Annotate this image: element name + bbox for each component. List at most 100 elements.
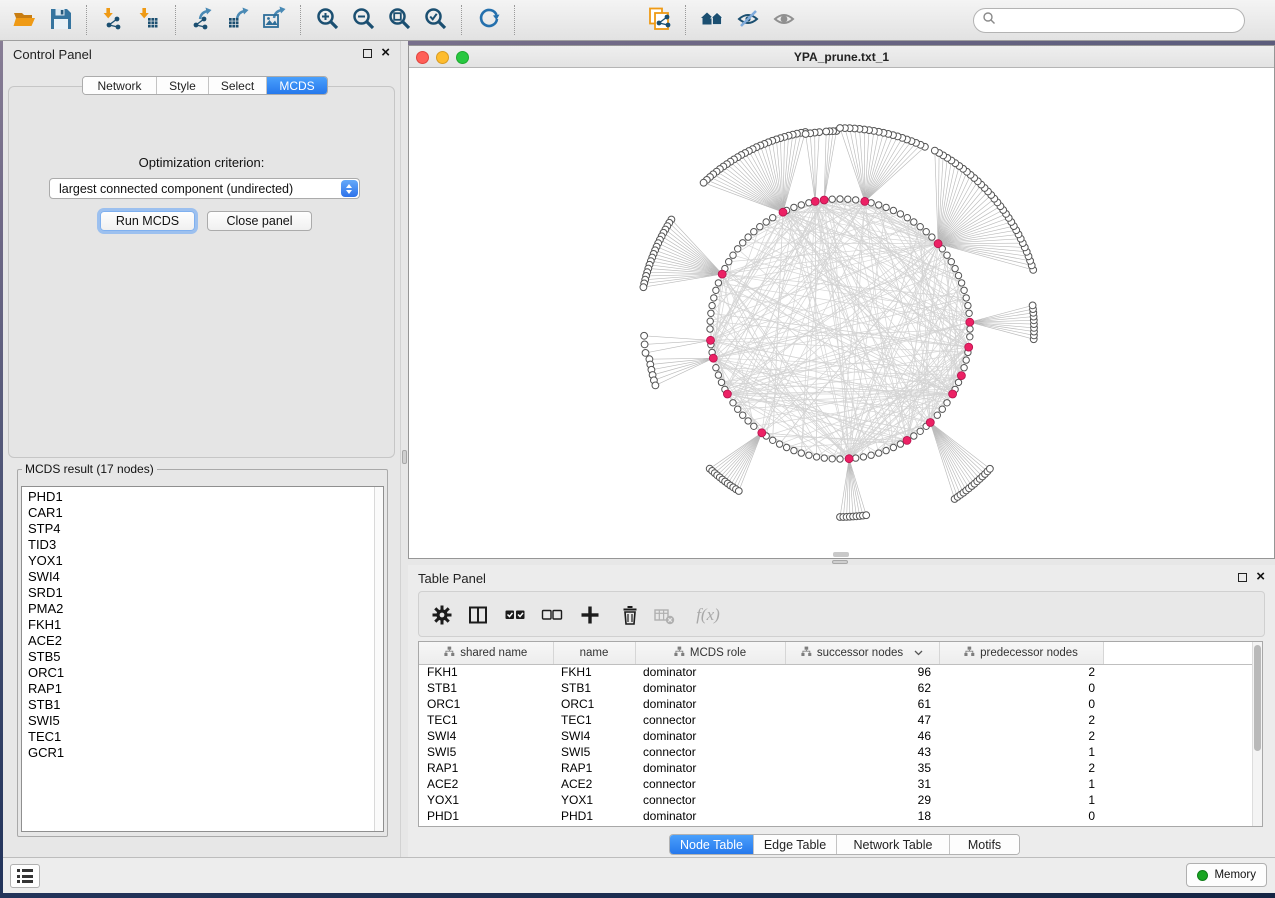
horizontal-splitter-handle[interactable] bbox=[832, 560, 848, 564]
table-row[interactable]: SWI5SWI5connector431 bbox=[419, 744, 1253, 760]
float-table-panel-icon[interactable] bbox=[1238, 573, 1247, 582]
vertical-splitter-handle[interactable] bbox=[402, 450, 407, 464]
eye-slash-button[interactable] bbox=[733, 4, 763, 36]
select-all-icon[interactable] bbox=[504, 604, 526, 626]
close-panel-icon[interactable]: × bbox=[381, 44, 390, 61]
table-row[interactable]: TEC1TEC1connector472 bbox=[419, 712, 1253, 728]
vertical-splitter[interactable] bbox=[400, 41, 408, 857]
cell-name: ORC1 bbox=[553, 696, 635, 712]
cell-successor-nodes: 31 bbox=[785, 776, 939, 792]
tab-mcds[interactable]: MCDS bbox=[267, 77, 327, 94]
table-row[interactable]: ACE2ACE2connector311 bbox=[419, 776, 1253, 792]
mcds-result-item[interactable]: CAR1 bbox=[22, 505, 374, 521]
table-row[interactable]: RAP1RAP1dominator352 bbox=[419, 760, 1253, 776]
mcds-result-item[interactable]: PHD1 bbox=[22, 489, 374, 505]
mcds-result-item[interactable]: SWI4 bbox=[22, 569, 374, 585]
run-mcds-button[interactable]: Run MCDS bbox=[100, 211, 195, 231]
show-columns-icon[interactable] bbox=[467, 604, 489, 626]
zoom-fit-button[interactable] bbox=[384, 4, 414, 36]
cell-name: STB1 bbox=[553, 680, 635, 696]
table-row[interactable]: SWI4SWI4dominator462 bbox=[419, 728, 1253, 744]
delete-column-icon[interactable] bbox=[619, 604, 641, 626]
deselect-all-icon[interactable] bbox=[541, 604, 563, 626]
mcds-result-item[interactable]: STP4 bbox=[22, 521, 374, 537]
mcds-result-item[interactable]: YOX1 bbox=[22, 553, 374, 569]
import-network-file-button[interactable] bbox=[98, 4, 128, 36]
cell-filler bbox=[1103, 744, 1253, 760]
cell-predecessor-nodes: 2 bbox=[939, 664, 1103, 680]
status-bar: Memory bbox=[3, 857, 1275, 893]
search-input[interactable] bbox=[996, 11, 1244, 31]
mcds-result-item[interactable]: SRD1 bbox=[22, 585, 374, 601]
float-panel-icon[interactable] bbox=[363, 49, 372, 58]
export-table-button[interactable] bbox=[223, 4, 253, 36]
column-header-shared-name[interactable]: shared name bbox=[419, 642, 553, 664]
zoom-selected-button[interactable] bbox=[420, 4, 450, 36]
export-image-button[interactable] bbox=[259, 4, 289, 36]
mcds-result-item[interactable]: STB5 bbox=[22, 649, 374, 665]
tab-motifs[interactable]: Motifs bbox=[950, 835, 1019, 854]
column-header-successor-nodes[interactable]: successor nodes bbox=[785, 642, 939, 664]
apply-layout-button[interactable] bbox=[473, 4, 503, 36]
zoom-out-button[interactable] bbox=[348, 4, 378, 36]
table-row[interactable]: STB1STB1dominator620 bbox=[419, 680, 1253, 696]
open-file-button[interactable] bbox=[9, 4, 39, 36]
criterion-select[interactable]: largest connected component (undirected) bbox=[49, 178, 360, 199]
column-type-icon bbox=[964, 646, 975, 660]
tab-select[interactable]: Select bbox=[209, 77, 267, 94]
mcds-list-scrollbar[interactable] bbox=[374, 487, 383, 831]
table-row[interactable]: PHD1PHD1dominator180 bbox=[419, 808, 1253, 824]
export-network-button[interactable] bbox=[187, 4, 217, 36]
tab-edge-table[interactable]: Edge Table bbox=[754, 835, 837, 854]
mcds-result-item[interactable]: GCR1 bbox=[22, 745, 374, 761]
new-column-icon[interactable] bbox=[579, 604, 601, 626]
cell-filler bbox=[1103, 664, 1253, 680]
table-scrollbar[interactable] bbox=[1252, 642, 1262, 826]
mcds-result-item[interactable]: ORC1 bbox=[22, 665, 374, 681]
table-scrollbar-thumb[interactable] bbox=[1254, 645, 1261, 751]
table-row[interactable]: YOX1YOX1connector291 bbox=[419, 792, 1253, 808]
mcds-result-item[interactable]: SWI5 bbox=[22, 713, 374, 729]
import-table-file-button[interactable] bbox=[134, 4, 164, 36]
mcds-result-item[interactable]: ACE2 bbox=[22, 633, 374, 649]
cell-shared-name: SWI4 bbox=[419, 728, 553, 744]
mcds-result-item[interactable]: TID3 bbox=[22, 537, 374, 553]
mcds-result-item[interactable]: TEC1 bbox=[22, 729, 374, 745]
memory-button[interactable]: Memory bbox=[1186, 863, 1267, 887]
eye-disabled-button[interactable] bbox=[769, 4, 799, 36]
export-table-icon bbox=[226, 6, 251, 34]
mcds-result-listbox: PHD1CAR1STP4TID3YOX1SWI4SRD1PMA2FKH1ACE2… bbox=[21, 486, 384, 832]
tab-network[interactable]: Network bbox=[83, 77, 157, 94]
table-row[interactable]: FKH1FKH1dominator962 bbox=[419, 664, 1253, 680]
mcds-result-item[interactable]: STB1 bbox=[22, 697, 374, 713]
cell-predecessor-nodes: 2 bbox=[939, 728, 1103, 744]
tab-style[interactable]: Style bbox=[157, 77, 209, 94]
mcds-result-item[interactable]: PMA2 bbox=[22, 601, 374, 617]
houses-button[interactable] bbox=[697, 4, 727, 36]
cell-shared-name: TEC1 bbox=[419, 712, 553, 728]
table-mode-icon[interactable] bbox=[431, 604, 453, 626]
table-row[interactable]: ORC1ORC1dominator610 bbox=[419, 696, 1253, 712]
cell-MCDS-role: connector bbox=[635, 792, 785, 808]
network-canvas[interactable] bbox=[409, 68, 1274, 558]
search-field[interactable] bbox=[973, 8, 1245, 33]
mcds-result-item[interactable]: RAP1 bbox=[22, 681, 374, 697]
column-header-MCDS-role[interactable]: MCDS role bbox=[635, 642, 785, 664]
node-table: shared namenameMCDS rolesuccessor nodesp… bbox=[418, 641, 1263, 827]
canvas-hscroll-thumb[interactable] bbox=[833, 552, 849, 557]
cell-predecessor-nodes: 1 bbox=[939, 744, 1103, 760]
close-table-panel-icon[interactable]: × bbox=[1256, 568, 1265, 585]
save-session-button[interactable] bbox=[45, 4, 75, 36]
column-header-predecessor-nodes[interactable]: predecessor nodes bbox=[939, 642, 1103, 664]
clone-network-button[interactable] bbox=[644, 4, 674, 36]
close-panel-button[interactable]: Close panel bbox=[207, 211, 312, 231]
tab-node-table[interactable]: Node Table bbox=[670, 835, 754, 854]
zoom-in-button[interactable] bbox=[312, 4, 342, 36]
eye-slash-icon bbox=[736, 6, 761, 34]
tab-network-table[interactable]: Network Table bbox=[837, 835, 950, 854]
cell-filler bbox=[1103, 792, 1253, 808]
mcds-result-group: MCDS result (17 nodes) PHD1CAR1STP4TID3Y… bbox=[17, 462, 388, 837]
mcds-result-item[interactable]: FKH1 bbox=[22, 617, 374, 633]
status-menu-button[interactable] bbox=[10, 864, 40, 888]
column-header-name[interactable]: name bbox=[553, 642, 635, 664]
